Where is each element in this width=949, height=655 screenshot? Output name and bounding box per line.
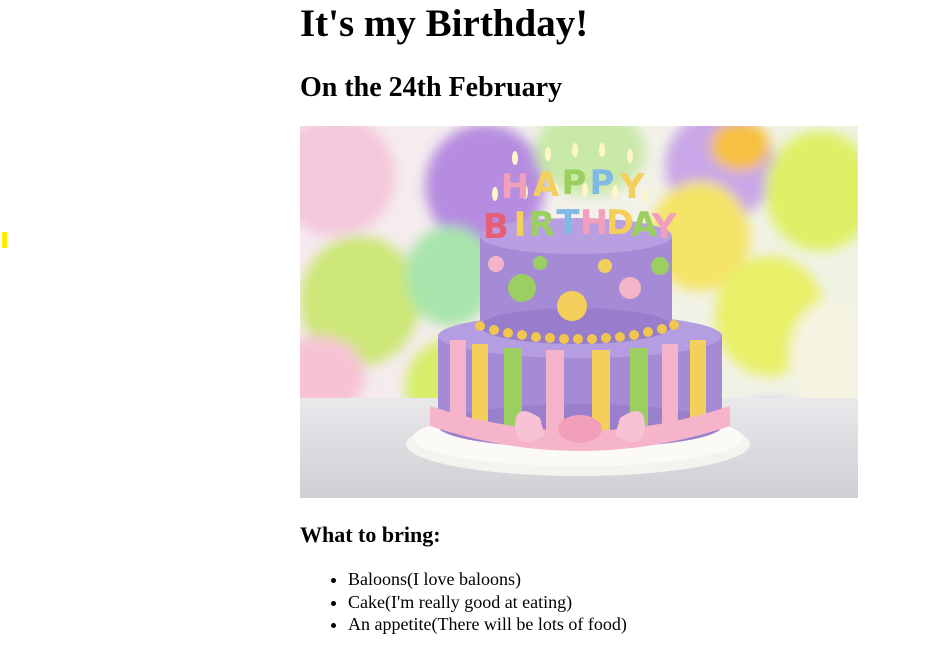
list-item: Cake(I'm really good at eating): [348, 591, 900, 614]
page-title: It's my Birthday!: [300, 2, 589, 45]
svg-text:H: H: [580, 203, 608, 243]
svg-text:I: I: [514, 205, 527, 245]
svg-text:T: T: [556, 203, 580, 243]
svg-text:P: P: [562, 163, 587, 203]
birthday-cake-image: H A P P Y B I R T H D A Y: [300, 126, 858, 498]
yellow-marker: [2, 232, 7, 248]
svg-text:Y: Y: [619, 167, 645, 207]
list-item: Baloons(I love baloons): [348, 568, 900, 591]
svg-text:A: A: [533, 165, 560, 205]
svg-text:P: P: [590, 163, 615, 203]
svg-text:H: H: [501, 167, 529, 207]
bring-heading: What to bring:: [300, 522, 441, 547]
svg-text:B: B: [483, 207, 509, 247]
bring-list: Baloons(I love baloons) Cake(I'm really …: [300, 568, 900, 636]
list-item: An appetite(There will be lots of food): [348, 613, 900, 636]
main-content: It's my Birthday! On the 24th February H…: [300, 0, 900, 636]
svg-text:Y: Y: [651, 207, 677, 247]
svg-text:R: R: [529, 205, 555, 245]
page-subtitle: On the 24th February: [300, 72, 563, 103]
